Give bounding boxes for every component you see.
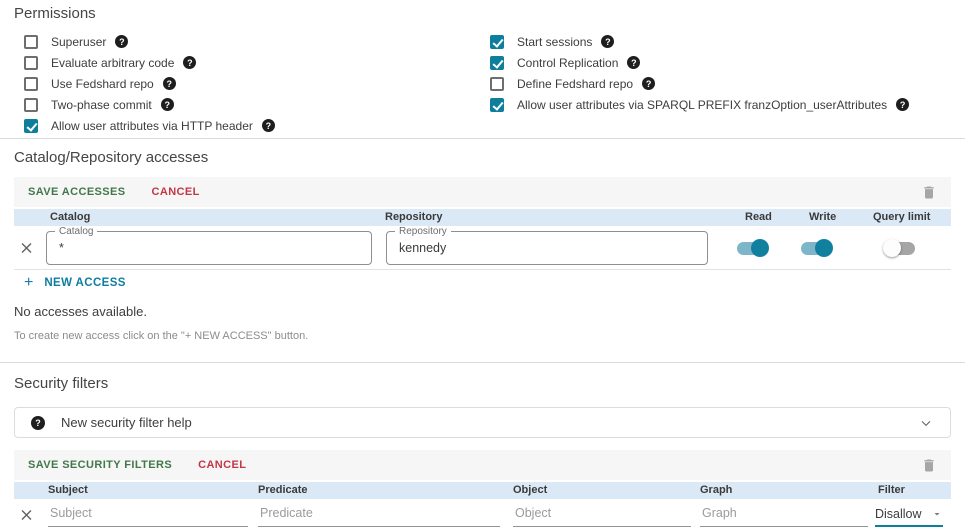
- column-header-subject: Subject: [48, 484, 88, 496]
- filter-select[interactable]: Disallow: [875, 502, 943, 527]
- help-icon[interactable]: ?: [642, 77, 656, 90]
- permission-row-superuser: Superuser ?: [14, 31, 480, 52]
- object-input[interactable]: [513, 502, 691, 527]
- dropdown-arrow-icon: [931, 508, 943, 520]
- security-filters-toolbar: SAVE SECURITY FILTERS CANCEL: [14, 450, 951, 480]
- sparql-prefix-attrs-checkbox[interactable]: [490, 97, 504, 112]
- permission-label: Allow user attributes via SPARQL PREFIX …: [517, 97, 888, 112]
- help-icon[interactable]: ?: [183, 56, 197, 69]
- security-filter-help-panel[interactable]: ? New security filter help: [14, 407, 951, 438]
- permission-label: Start sessions: [517, 34, 593, 49]
- no-accesses-text: No accesses available.: [14, 304, 147, 319]
- permission-row-use-fedshard: Use Fedshard repo ?: [14, 73, 480, 94]
- section-divider: [0, 138, 965, 139]
- delete-security-filter-icon[interactable]: [18, 506, 35, 523]
- help-icon[interactable]: ?: [261, 119, 275, 132]
- accesses-table-header: Catalog Repository Read Write Query limi…: [14, 209, 951, 226]
- eval-code-checkbox[interactable]: [24, 55, 38, 70]
- delete-access-icon[interactable]: [18, 239, 35, 256]
- accesses-toolbar: SAVE ACCESSES CANCEL: [14, 177, 951, 207]
- catalog-field: Catalog: [46, 226, 372, 265]
- security-filter-row: Disallow: [14, 499, 951, 530]
- permissions-title: Permissions: [14, 5, 96, 22]
- plus-icon: +: [24, 274, 34, 291]
- two-phase-checkbox[interactable]: [24, 97, 38, 112]
- access-row: Catalog Repository: [14, 226, 951, 270]
- permission-row-control-replication: Control Replication ?: [480, 52, 951, 73]
- trash-icon[interactable]: [921, 184, 937, 201]
- permissions-column-right: Start sessions ? Control Replication ? D…: [480, 31, 951, 136]
- help-panel-label: New security filter help: [61, 415, 192, 430]
- column-header-catalog: Catalog: [50, 211, 91, 223]
- use-fedshard-checkbox[interactable]: [24, 76, 38, 91]
- chevron-down-icon[interactable]: [918, 415, 934, 431]
- repository-field: Repository: [386, 226, 708, 265]
- cancel-security-filters-button[interactable]: CANCEL: [198, 459, 246, 471]
- column-header-graph: Graph: [700, 484, 733, 496]
- accesses-title: Catalog/Repository accesses: [14, 149, 209, 166]
- permission-row-eval-code: Evaluate arbitrary code ?: [14, 52, 480, 73]
- column-header-query-limit: Query limit: [873, 211, 931, 223]
- security-filters-title: Security filters: [14, 375, 109, 392]
- help-icon[interactable]: ?: [160, 98, 174, 111]
- permission-label: Use Fedshard repo: [51, 76, 154, 91]
- help-icon[interactable]: ?: [627, 56, 641, 69]
- permission-label: Two-phase commit: [51, 97, 152, 112]
- permission-label: Evaluate arbitrary code: [51, 55, 175, 70]
- permission-label: Superuser: [51, 34, 107, 49]
- graph-input[interactable]: [700, 502, 868, 527]
- superuser-checkbox[interactable]: [24, 34, 38, 49]
- start-sessions-checkbox[interactable]: [490, 34, 504, 49]
- help-icon[interactable]: ?: [162, 77, 176, 90]
- permission-row-define-fedshard: Define Fedshard repo ?: [480, 73, 951, 94]
- write-toggle[interactable]: [797, 238, 833, 258]
- new-access-hint-text: To create new access click on the "+ NEW…: [14, 330, 309, 342]
- subject-input[interactable]: [48, 502, 248, 527]
- help-icon[interactable]: ?: [115, 35, 129, 48]
- filter-select-value: Disallow: [875, 506, 922, 521]
- save-security-filters-button[interactable]: SAVE SECURITY FILTERS: [28, 459, 172, 471]
- column-header-read: Read: [745, 211, 772, 223]
- permission-row-two-phase: Two-phase commit ?: [14, 94, 480, 115]
- cancel-accesses-button[interactable]: CANCEL: [152, 186, 200, 198]
- permission-label: Allow user attributes via HTTP header: [51, 118, 253, 133]
- save-accesses-button[interactable]: SAVE ACCESSES: [28, 186, 126, 198]
- help-icon: ?: [31, 415, 45, 430]
- permissions-section: Superuser ? Evaluate arbitrary code ? Us…: [0, 31, 965, 136]
- predicate-input[interactable]: [258, 502, 500, 527]
- read-toggle[interactable]: [733, 238, 769, 258]
- permission-row-http-header-attrs: Allow user attributes via HTTP header ?: [14, 115, 480, 136]
- help-icon[interactable]: ?: [601, 35, 615, 48]
- column-header-object: Object: [513, 484, 548, 496]
- column-header-write: Write: [809, 211, 837, 223]
- define-fedshard-checkbox[interactable]: [490, 76, 504, 91]
- permission-row-start-sessions: Start sessions ?: [480, 31, 951, 52]
- new-access-button[interactable]: + NEW ACCESS: [14, 275, 126, 291]
- http-header-attrs-checkbox[interactable]: [24, 118, 38, 133]
- permissions-column-left: Superuser ? Evaluate arbitrary code ? Us…: [14, 31, 480, 136]
- help-icon[interactable]: ?: [896, 98, 910, 111]
- security-filters-table-header: Subject Predicate Object Graph Filter: [14, 482, 951, 499]
- permission-row-sparql-prefix-attrs: Allow user attributes via SPARQL PREFIX …: [480, 94, 951, 115]
- column-header-predicate: Predicate: [258, 484, 308, 496]
- section-divider: [0, 362, 965, 363]
- control-replication-checkbox[interactable]: [490, 55, 504, 70]
- permission-label: Control Replication: [517, 55, 619, 70]
- trash-icon[interactable]: [921, 457, 937, 474]
- column-header-filter: Filter: [878, 484, 905, 496]
- column-header-repository: Repository: [385, 211, 443, 223]
- query-limit-toggle[interactable]: [883, 238, 919, 258]
- new-access-label: NEW ACCESS: [44, 277, 126, 289]
- permission-label: Define Fedshard repo: [517, 76, 634, 91]
- catalog-field-label: Catalog: [55, 226, 98, 237]
- repository-field-label: Repository: [395, 226, 451, 237]
